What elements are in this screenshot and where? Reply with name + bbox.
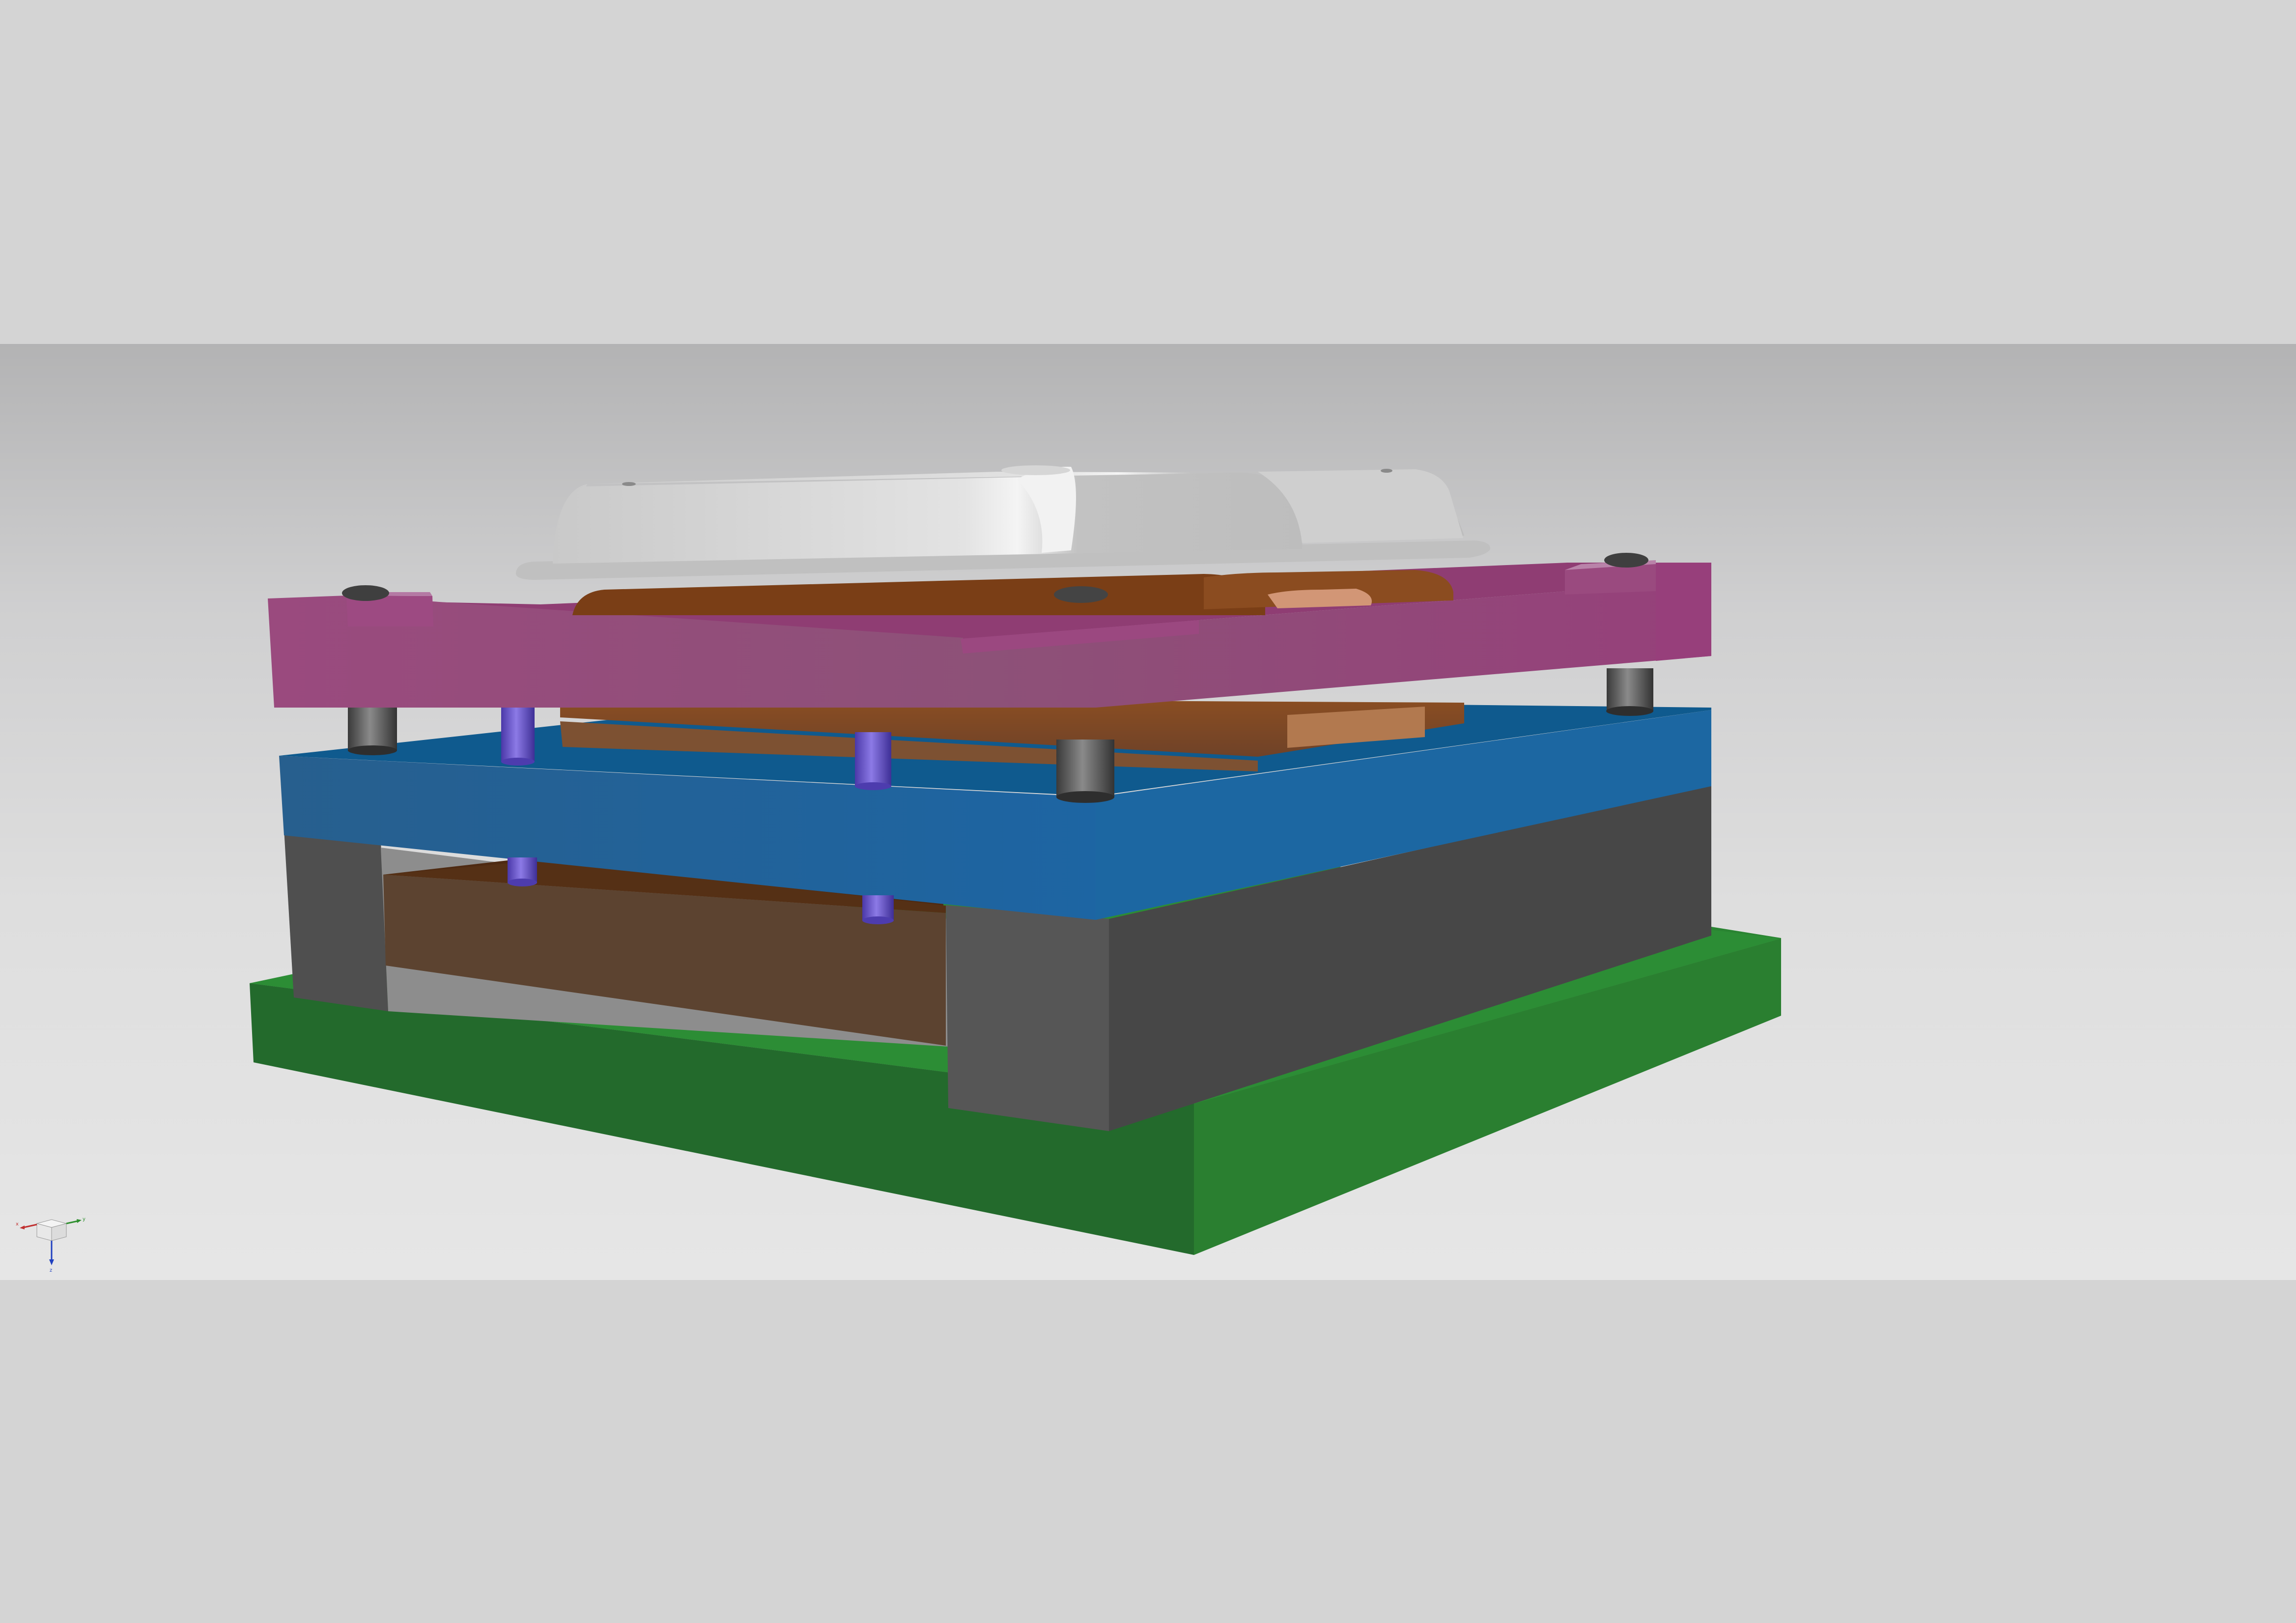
pin-upper-2-end [855,782,891,790]
pin-upper-2 [855,732,891,786]
y-axis-line [66,1220,78,1224]
guide-post-2-end [1056,791,1114,803]
cad-viewport[interactable]: x y z [0,344,2296,1280]
x-axis-label: x [16,1222,19,1227]
guide-post-3-end [1606,706,1653,716]
x-axis-line [23,1224,37,1228]
post-cap-left [342,585,389,601]
x-axis-arrow [20,1225,25,1229]
z-axis-label: z [50,1268,52,1273]
z-axis-arrow [49,1259,54,1265]
y-axis-label: y [83,1217,85,1222]
lower-block-left-leg [284,829,388,1011]
page: x y z [0,0,2296,1623]
triad-cube [36,1219,67,1241]
pin-upper-1-end [501,758,535,766]
formed-part[interactable] [516,465,1491,580]
guide-post-2 [1056,740,1114,797]
lower-block-front [946,905,1109,1131]
pin-lower-1-end [508,879,537,886]
shell-hole-right [1381,469,1392,473]
die-insert-upper-left [572,574,1265,615]
upper-plate-right-face [1656,563,1711,661]
shell-main-dome [553,472,1303,564]
post-cap-center [1054,586,1108,603]
pin-upper-1 [501,708,535,762]
post-cap-right [1604,553,1648,568]
y-axis-arrow [77,1219,82,1223]
die-assembly-model [250,465,1781,1255]
pin-lower-2-end [862,916,894,924]
shell-hole-left [622,482,636,486]
guide-post-3 [1607,668,1653,712]
guide-post-1-end [348,745,397,755]
orientation-triad[interactable]: x y z [15,1214,88,1273]
shell-boss [1001,465,1070,475]
